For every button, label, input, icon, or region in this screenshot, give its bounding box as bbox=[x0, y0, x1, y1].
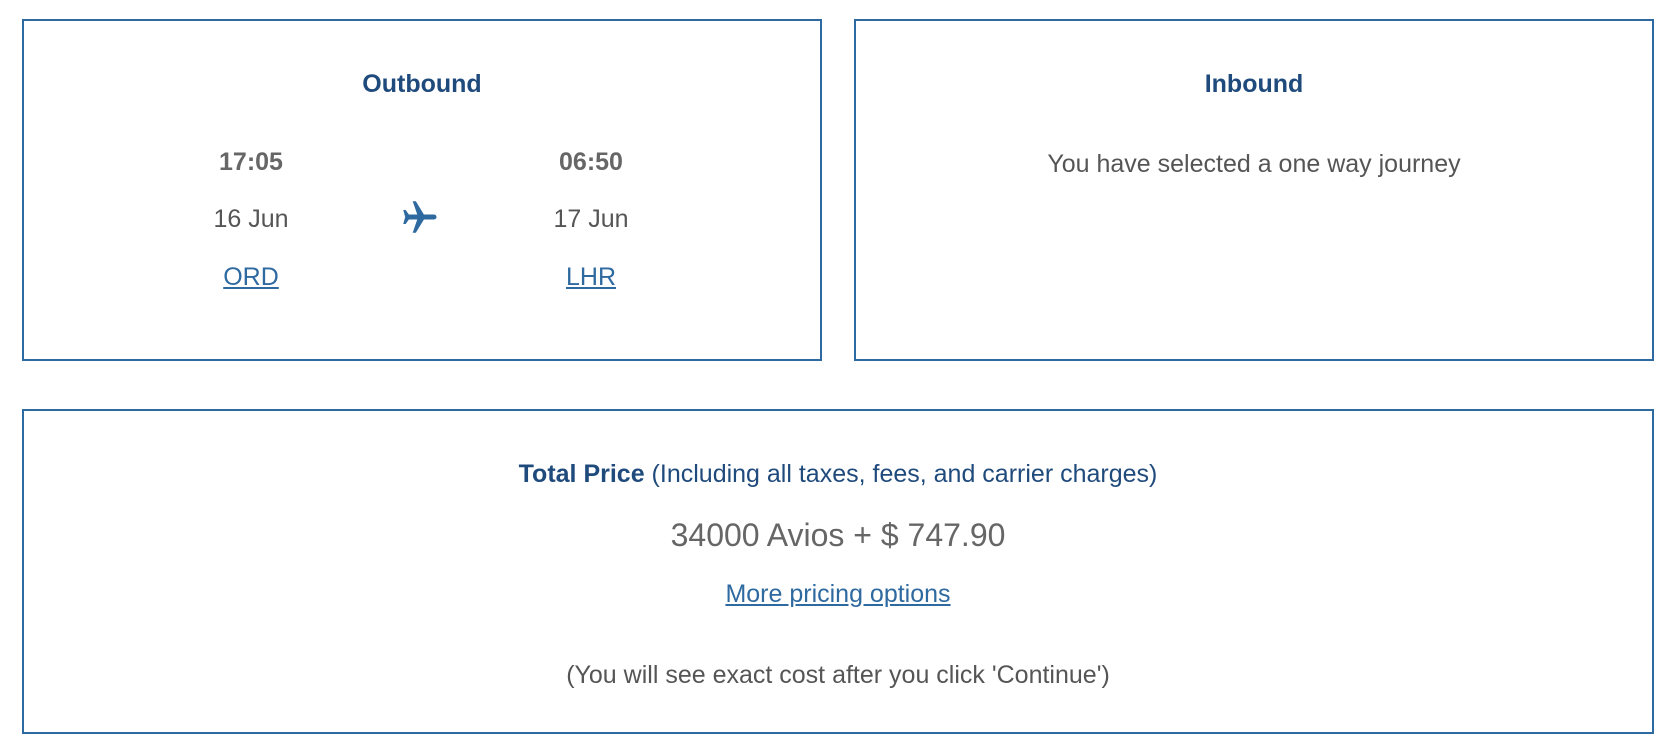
total-price-label: Total Price bbox=[518, 460, 645, 488]
arrival-date: 17 Jun bbox=[553, 205, 629, 233]
outbound-title: Outbound bbox=[362, 70, 482, 98]
inbound-panel: Inbound You have selected a one way jour… bbox=[854, 19, 1654, 361]
departure-airport-link[interactable]: ORD bbox=[223, 262, 279, 292]
departure-date: 16 Jun bbox=[213, 205, 289, 233]
departure-time: 17:05 bbox=[219, 148, 283, 176]
more-pricing-options-link[interactable]: More pricing options bbox=[725, 580, 950, 608]
arrival-airport-link[interactable]: LHR bbox=[566, 262, 616, 292]
price-heading: Total Price (Including all taxes, fees, … bbox=[24, 459, 1652, 489]
price-panel: Total Price (Including all taxes, fees, … bbox=[22, 409, 1654, 734]
inbound-title: Inbound bbox=[1204, 70, 1304, 98]
arrival-column: 06:50 17 Jun LHR bbox=[481, 147, 701, 292]
departure-column: 17:05 16 Jun ORD bbox=[141, 147, 361, 292]
price-note: (You will see exact cost after you click… bbox=[566, 661, 1110, 689]
arrival-time: 06:50 bbox=[559, 148, 623, 176]
price-amount: 34000 Avios + $ 747.90 bbox=[670, 517, 1006, 553]
airplane-icon bbox=[403, 201, 437, 233]
more-options-wrap: More pricing options bbox=[24, 579, 1652, 609]
inbound-message: You have selected a one way journey bbox=[1047, 150, 1461, 178]
total-price-note: (Including all taxes, fees, and carrier … bbox=[644, 460, 1158, 488]
outbound-panel: Outbound 17:05 16 Jun ORD 06:50 17 Jun L… bbox=[22, 19, 822, 361]
